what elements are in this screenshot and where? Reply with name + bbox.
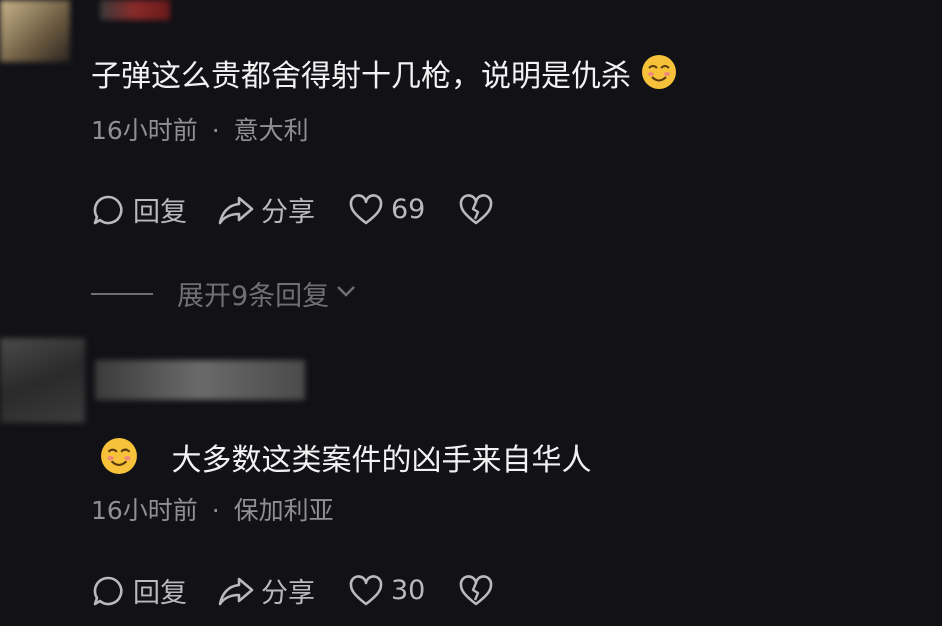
- share-button[interactable]: 分享: [217, 571, 315, 610]
- dislike-button[interactable]: [459, 574, 493, 607]
- meta-separator: ·: [211, 116, 220, 145]
- comment-actions: 回复 分享 30: [91, 571, 493, 610]
- share-label: 分享: [261, 578, 315, 609]
- comment-meta: 16小时前 · 意大利: [91, 115, 309, 147]
- speech-bubble-icon: [91, 574, 125, 608]
- like-button[interactable]: 69: [349, 193, 426, 226]
- expand-replies-label: 展开9条回复: [177, 281, 330, 312]
- smiling-emoji-icon: [100, 437, 138, 486]
- comment-body: 子弹这么贵都舍得射十几枪，说明是仇杀: [91, 59, 631, 94]
- like-count: 30: [391, 575, 426, 606]
- share-button[interactable]: 分享: [217, 190, 315, 229]
- comment-body: 大多数这类案件的凶手来自华人: [171, 443, 592, 478]
- speech-bubble-icon: [91, 193, 125, 227]
- reply-label: 回复: [133, 197, 187, 228]
- share-arrow-icon: [217, 574, 255, 608]
- broken-heart-icon: [459, 193, 493, 226]
- comment-time: 16小时前: [91, 496, 198, 525]
- username-blurred[interactable]: [100, 0, 170, 20]
- like-count: 69: [391, 194, 426, 225]
- avatar-blurred[interactable]: [0, 338, 85, 423]
- smiling-emoji-icon: [641, 54, 677, 101]
- comment-location: 意大利: [233, 116, 309, 145]
- heart-icon: [349, 193, 383, 226]
- comment-time: 16小时前: [91, 116, 198, 145]
- reply-label: 回复: [133, 578, 187, 609]
- meta-separator: ·: [211, 496, 220, 525]
- comment-text: 子弹这么贵都舍得射十几枪，说明是仇杀: [91, 54, 677, 101]
- broken-heart-icon: [459, 574, 493, 607]
- reply-button[interactable]: 回复: [91, 190, 187, 229]
- username-blurred[interactable]: [95, 360, 305, 400]
- comment-location: 保加利亚: [233, 496, 334, 525]
- like-button[interactable]: 30: [349, 574, 426, 607]
- comment-text: 大多数这类案件的凶手来自华人: [100, 437, 592, 486]
- heart-icon: [349, 574, 383, 607]
- share-arrow-icon: [217, 193, 255, 227]
- expand-replies-button[interactable]: 展开9条回复: [91, 274, 357, 313]
- expand-divider: [91, 292, 153, 295]
- avatar-blurred[interactable]: [0, 0, 70, 62]
- chevron-down-icon: [335, 278, 357, 309]
- comment-meta: 16小时前 · 保加利亚: [91, 495, 334, 527]
- comment-actions: 回复 分享 69: [91, 190, 493, 229]
- share-label: 分享: [261, 197, 315, 228]
- dislike-button[interactable]: [459, 193, 493, 226]
- reply-button[interactable]: 回复: [91, 571, 187, 610]
